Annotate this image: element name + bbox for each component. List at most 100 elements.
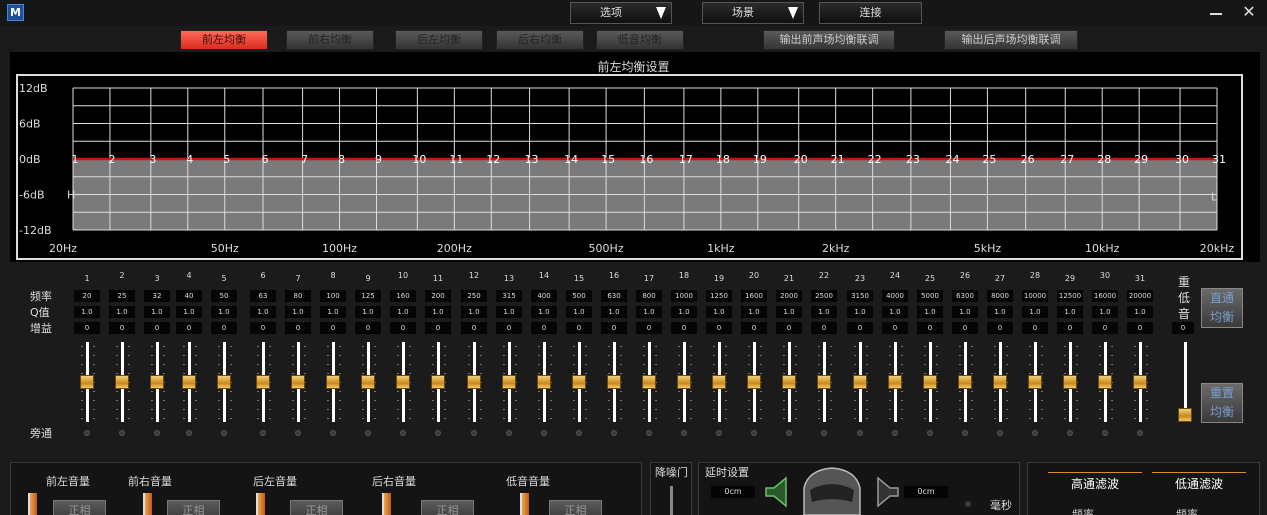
band-freq-value[interactable]: 1600 xyxy=(741,290,767,302)
rear-left-phase-button[interactable]: 正相 xyxy=(290,500,343,515)
tab-rear-right-eq[interactable]: 后右均衡 xyxy=(496,30,584,50)
band-point-label[interactable]: 7 xyxy=(301,153,308,166)
band-bypass-toggle[interactable] xyxy=(786,430,792,436)
band-point-label[interactable]: 1 xyxy=(72,153,79,166)
band-q-value[interactable]: 1.0 xyxy=(847,306,873,318)
band-point-label[interactable]: 4 xyxy=(186,153,193,166)
band-q-value[interactable]: 1.0 xyxy=(425,306,451,318)
band-gain-value[interactable]: 0 xyxy=(320,322,346,334)
band-bypass-toggle[interactable] xyxy=(751,430,757,436)
band-bypass-toggle[interactable] xyxy=(506,430,512,436)
band-bypass-toggle[interactable] xyxy=(221,430,227,436)
band-slider-knob[interactable] xyxy=(607,375,621,389)
band-freq-value[interactable]: 100 xyxy=(320,290,346,302)
band-point-label[interactable]: 25 xyxy=(982,153,996,166)
band-slider-knob[interactable] xyxy=(80,375,94,389)
band-slider-knob[interactable] xyxy=(396,375,410,389)
band-slider-knob[interactable] xyxy=(1028,375,1042,389)
band-slider-knob[interactable] xyxy=(888,375,902,389)
band-point-label[interactable]: 14 xyxy=(564,153,578,166)
tab-rear-left-eq[interactable]: 后左均衡 xyxy=(395,30,483,50)
front-left-volume-slider[interactable] xyxy=(28,493,37,515)
minimize-icon[interactable] xyxy=(1208,5,1224,21)
band-q-value[interactable]: 1.0 xyxy=(250,306,276,318)
reset-eq-button[interactable]: 重置 均衡 xyxy=(1201,383,1243,423)
band-slider-knob[interactable] xyxy=(1063,375,1077,389)
band-q-value[interactable]: 1.0 xyxy=(109,306,135,318)
band-q-value[interactable]: 1.0 xyxy=(176,306,202,318)
options-dropdown[interactable]: 选项 xyxy=(570,2,672,24)
band-q-value[interactable]: 1.0 xyxy=(531,306,557,318)
band-gain-value[interactable]: 0 xyxy=(601,322,627,334)
band-point-label[interactable]: 2 xyxy=(108,153,115,166)
band-freq-value[interactable]: 125 xyxy=(355,290,381,302)
band-slider-knob[interactable] xyxy=(1133,375,1147,389)
band-slider-knob[interactable] xyxy=(1098,375,1112,389)
band-slider-knob[interactable] xyxy=(853,375,867,389)
band-freq-value[interactable]: 16000 xyxy=(1092,290,1118,302)
band-bypass-toggle[interactable] xyxy=(1102,430,1108,436)
front-left-phase-button[interactable]: 正相 xyxy=(53,500,106,515)
band-gain-value[interactable]: 0 xyxy=(882,322,908,334)
band-gain-value[interactable]: 0 xyxy=(250,322,276,334)
band-q-value[interactable]: 1.0 xyxy=(706,306,732,318)
band-gain-value[interactable]: 0 xyxy=(987,322,1013,334)
band-bypass-toggle[interactable] xyxy=(154,430,160,436)
band-gain-value[interactable]: 0 xyxy=(811,322,837,334)
band-gain-value[interactable]: 0 xyxy=(636,322,662,334)
band-freq-value[interactable]: 50 xyxy=(211,290,237,302)
band-freq-value[interactable]: 160 xyxy=(390,290,416,302)
band-q-value[interactable]: 1.0 xyxy=(320,306,346,318)
band-bypass-toggle[interactable] xyxy=(997,430,1003,436)
scene-dropdown[interactable]: 场景 xyxy=(702,2,804,24)
band-slider-knob[interactable] xyxy=(712,375,726,389)
band-q-value[interactable]: 1.0 xyxy=(74,306,100,318)
delay-right-value[interactable]: 0cm xyxy=(904,486,948,498)
band-slider-knob[interactable] xyxy=(993,375,1007,389)
band-q-value[interactable]: 1.0 xyxy=(285,306,311,318)
band-bypass-toggle[interactable] xyxy=(186,430,192,436)
band-gain-value[interactable]: 0 xyxy=(706,322,732,334)
band-bypass-toggle[interactable] xyxy=(1137,430,1143,436)
band-bypass-toggle[interactable] xyxy=(962,430,968,436)
band-bypass-toggle[interactable] xyxy=(400,430,406,436)
band-gain-value[interactable]: 0 xyxy=(531,322,557,334)
band-q-value[interactable]: 1.0 xyxy=(390,306,416,318)
band-slider-knob[interactable] xyxy=(361,375,375,389)
band-point-label[interactable]: 30 xyxy=(1175,153,1189,166)
band-bypass-toggle[interactable] xyxy=(1032,430,1038,436)
band-gain-value[interactable]: 0 xyxy=(285,322,311,334)
band-point-label[interactable]: 28 xyxy=(1097,153,1111,166)
band-freq-value[interactable]: 40 xyxy=(176,290,202,302)
band-slider-knob[interactable] xyxy=(291,375,305,389)
band-freq-value[interactable]: 20000 xyxy=(1127,290,1153,302)
band-gain-value[interactable]: 0 xyxy=(952,322,978,334)
band-q-value[interactable]: 1.0 xyxy=(1092,306,1118,318)
band-freq-value[interactable]: 2500 xyxy=(811,290,837,302)
band-q-value[interactable]: 1.0 xyxy=(671,306,697,318)
sub-volume-slider[interactable] xyxy=(520,493,529,515)
band-gain-value[interactable]: 0 xyxy=(390,322,416,334)
band-bypass-toggle[interactable] xyxy=(330,430,336,436)
band-freq-value[interactable]: 32 xyxy=(144,290,170,302)
band-slider-knob[interactable] xyxy=(747,375,761,389)
band-q-value[interactable]: 1.0 xyxy=(355,306,381,318)
band-slider-knob[interactable] xyxy=(467,375,481,389)
lowpass-marker[interactable]: L xyxy=(1211,191,1218,204)
band-point-label[interactable]: 16 xyxy=(639,153,653,166)
band-slider-knob[interactable] xyxy=(817,375,831,389)
band-point-label[interactable]: 31 xyxy=(1212,153,1226,166)
tab-front-right-eq[interactable]: 前右均衡 xyxy=(286,30,374,50)
band-q-value[interactable]: 1.0 xyxy=(211,306,237,318)
band-freq-value[interactable]: 20 xyxy=(74,290,100,302)
band-freq-value[interactable]: 4000 xyxy=(882,290,908,302)
band-q-value[interactable]: 1.0 xyxy=(566,306,592,318)
band-freq-value[interactable]: 3150 xyxy=(847,290,873,302)
band-slider-knob[interactable] xyxy=(182,375,196,389)
bass-value[interactable]: 0 xyxy=(1172,322,1194,334)
band-q-value[interactable]: 1.0 xyxy=(811,306,837,318)
band-point-label[interactable]: 19 xyxy=(753,153,767,166)
band-freq-value[interactable]: 8000 xyxy=(987,290,1013,302)
band-slider-knob[interactable] xyxy=(782,375,796,389)
band-gain-value[interactable]: 0 xyxy=(109,322,135,334)
